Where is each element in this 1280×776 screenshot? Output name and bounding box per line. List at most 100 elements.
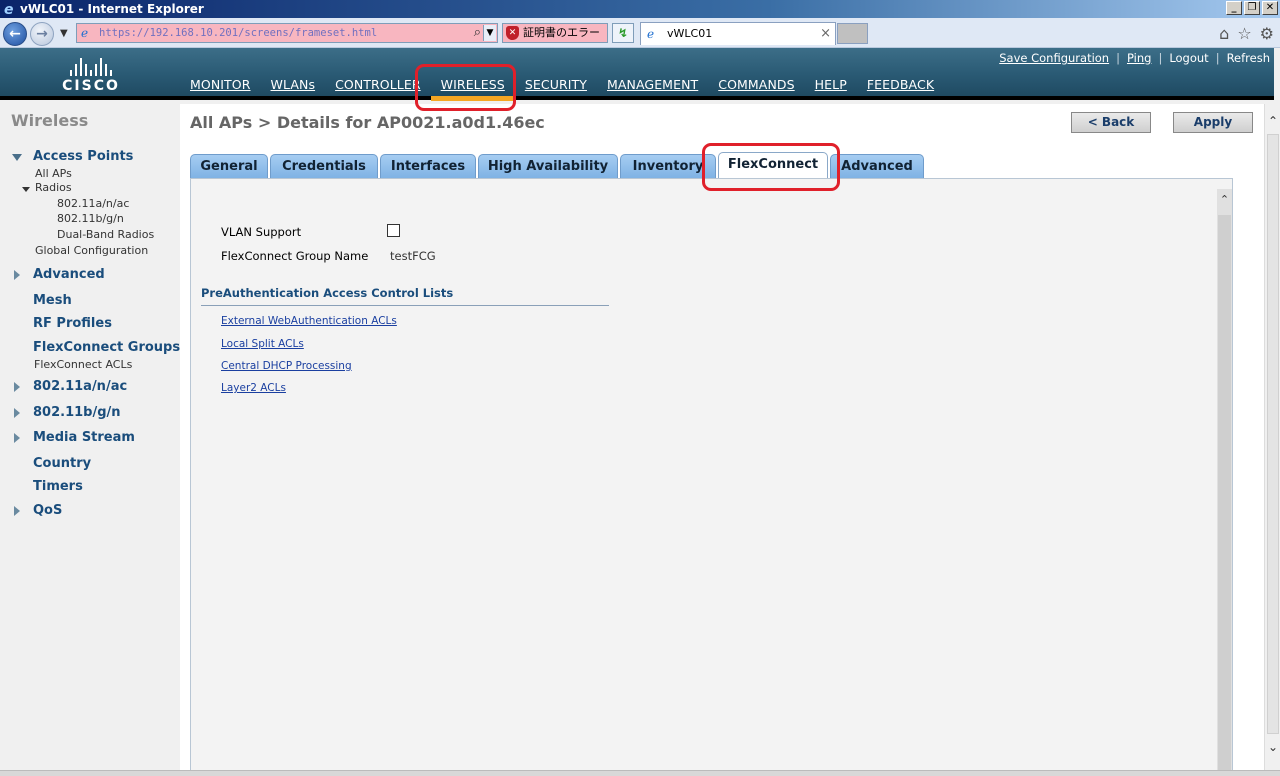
tab-advanced[interactable]: Advanced xyxy=(830,154,924,178)
main-content: All APs > Details for AP0021.a0d1.46ec <… xyxy=(180,104,1274,776)
tab-interfaces[interactable]: Interfaces xyxy=(380,154,476,178)
vlan-support-label: VLAN Support xyxy=(221,225,302,239)
local-split-acls-link[interactable]: Local Split ACLs xyxy=(221,338,304,350)
sidebar: Wireless Access Points All APs Radios 80… xyxy=(0,104,180,776)
sidebar-item-country[interactable]: Country xyxy=(33,456,91,471)
settings-gear-icon[interactable]: ⚙ xyxy=(1260,25,1274,43)
collapsed-triangle-icon[interactable] xyxy=(14,270,20,280)
status-bar xyxy=(0,770,1280,776)
flexconnect-panel: VLAN Support FlexConnect Group Name test… xyxy=(190,178,1233,776)
close-window-button[interactable]: ✕ xyxy=(1262,1,1278,15)
tab-close-icon[interactable]: × xyxy=(820,23,831,45)
maximize-button[interactable]: ❐ xyxy=(1244,1,1260,15)
sidebar-item-mesh[interactable]: Mesh xyxy=(33,293,72,308)
ie-page-icon: ℯ xyxy=(81,26,89,40)
panel-scrollbar[interactable]: ⌃ xyxy=(1217,189,1232,776)
menu-controller[interactable]: CONTROLLER xyxy=(335,77,421,92)
vlan-support-checkbox[interactable] xyxy=(387,224,400,237)
sidebar-item-radio-80211b[interactable]: 802.11b/g/n xyxy=(57,212,124,225)
apply-button[interactable]: Apply xyxy=(1173,112,1253,133)
main-menu: MONITOR WLANs CONTROLLER WIRELESS SECURI… xyxy=(190,77,954,101)
ping-link[interactable]: Ping xyxy=(1127,51,1151,65)
scroll-up-arrow-icon[interactable]: ⌃ xyxy=(1217,193,1232,206)
tab-credentials[interactable]: Credentials xyxy=(270,154,378,178)
browser-tab-title: vWLC01 xyxy=(667,27,713,40)
cert-error-label: 証明書のエラー xyxy=(523,26,600,39)
tab-high-availability[interactable]: High Availability xyxy=(478,154,618,178)
sidebar-item-access-points[interactable]: Access Points xyxy=(33,149,133,164)
back-arrow-icon[interactable]: ← xyxy=(3,22,27,46)
sidebar-item-global-configuration[interactable]: Global Configuration xyxy=(35,244,148,257)
sidebar-item-dual-band-radios[interactable]: Dual-Band Radios xyxy=(57,228,154,241)
collapsed-triangle-icon[interactable] xyxy=(14,382,20,392)
history-dropdown-icon[interactable]: ▼ xyxy=(60,28,68,39)
sidebar-item-media-stream[interactable]: Media Stream xyxy=(33,430,135,445)
home-icon[interactable]: ⌂ xyxy=(1219,25,1229,43)
page-title: All APs > Details for AP0021.a0d1.46ec xyxy=(190,113,545,132)
sidebar-item-flexconnect-groups[interactable]: FlexConnect Groups xyxy=(33,340,180,355)
sidebar-item-qos[interactable]: QoS xyxy=(33,503,62,518)
section-divider xyxy=(201,305,609,306)
collapsed-triangle-icon[interactable] xyxy=(14,408,20,418)
page-scrollbar[interactable]: ⌃ ⌄ xyxy=(1264,104,1280,776)
preauth-acl-section-title: PreAuthentication Access Control Lists xyxy=(201,286,454,300)
new-tab-button[interactable] xyxy=(837,23,868,44)
sidebar-item-80211b[interactable]: 802.11b/g/n xyxy=(33,405,121,420)
menu-management[interactable]: MANAGEMENT xyxy=(607,77,698,92)
external-webauth-acls-link[interactable]: External WebAuthentication ACLs xyxy=(221,315,397,327)
sidebar-item-80211a[interactable]: 802.11a/n/ac xyxy=(33,379,127,394)
cisco-logo: CISCO xyxy=(56,56,126,96)
window-title: vWLC01 - Internet Explorer xyxy=(20,2,204,16)
central-dhcp-processing-link[interactable]: Central DHCP Processing xyxy=(221,360,352,372)
collapsed-triangle-icon[interactable] xyxy=(14,506,20,516)
favorites-star-icon[interactable]: ☆ xyxy=(1237,25,1251,43)
expanded-triangle-icon[interactable] xyxy=(12,154,22,161)
page-scroll-up-icon[interactable]: ⌃ xyxy=(1265,114,1280,128)
back-button[interactable]: < Back xyxy=(1071,112,1151,133)
menu-commands[interactable]: COMMANDS xyxy=(718,77,794,92)
address-bar[interactable]: ℯ https://192.168.10.201/screens/framese… xyxy=(76,23,498,43)
menu-wlans[interactable]: WLANs xyxy=(271,77,316,92)
menu-security[interactable]: SECURITY xyxy=(525,77,587,92)
search-icon[interactable]: ⌕ xyxy=(474,25,481,40)
cisco-bars-icon xyxy=(56,56,126,76)
sidebar-item-flexconnect-acls[interactable]: FlexConnect ACLs xyxy=(34,358,132,371)
sidebar-title: Wireless xyxy=(11,111,89,130)
forward-arrow-icon[interactable]: → xyxy=(30,22,54,46)
page-scroll-down-icon[interactable]: ⌄ xyxy=(1265,740,1280,754)
browser-tab[interactable]: ℯ vWLC01 × xyxy=(640,22,836,45)
sidebar-item-rf-profiles[interactable]: RF Profiles xyxy=(33,316,112,331)
tab-inventory[interactable]: Inventory xyxy=(620,154,716,178)
minimize-button[interactable]: _ xyxy=(1226,1,1242,15)
header-top-links: Save Configuration | Ping | Logout | Refresh xyxy=(999,51,1270,65)
sidebar-item-advanced[interactable]: Advanced xyxy=(33,267,105,282)
flexconnect-group-name-value: testFCG xyxy=(390,249,436,263)
refresh-icon[interactable]: ↯ xyxy=(612,23,634,43)
ie-logo-icon: e xyxy=(4,2,14,18)
page-scroll-thumb[interactable] xyxy=(1267,134,1279,734)
collapsed-triangle-icon[interactable] xyxy=(14,433,20,443)
certificate-error-badge[interactable]: ✕ 証明書のエラー xyxy=(502,23,608,43)
radios-expanded-icon[interactable] xyxy=(22,187,30,192)
tab-general[interactable]: General xyxy=(190,154,268,178)
logout-link[interactable]: Logout xyxy=(1169,51,1208,65)
wlc-header: CISCO Save Configuration | Ping | Logout | Ref… xyxy=(0,48,1274,101)
cisco-wordmark: CISCO xyxy=(62,78,120,94)
menu-monitor[interactable]: MONITOR xyxy=(190,77,251,92)
sidebar-item-timers[interactable]: Timers xyxy=(33,479,83,494)
menu-wireless[interactable]: WIRELESS xyxy=(430,77,516,101)
sidebar-item-radio-80211a[interactable]: 802.11a/n/ac xyxy=(57,197,129,210)
menu-feedback[interactable]: FEEDBACK xyxy=(867,77,934,92)
refresh-link[interactable]: Refresh xyxy=(1227,51,1270,65)
address-dropdown-icon[interactable]: ▼ xyxy=(483,25,496,41)
menu-help[interactable]: HELP xyxy=(815,77,847,92)
layer2-acls-link[interactable]: Layer2 ACLs xyxy=(221,382,286,394)
save-configuration-link[interactable]: Save Configuration xyxy=(999,51,1109,65)
ie-tab-icon: ℯ xyxy=(647,27,655,41)
tab-flexconnect[interactable]: FlexConnect xyxy=(718,152,828,179)
sidebar-item-all-aps[interactable]: All APs xyxy=(35,167,72,180)
shield-error-icon: ✕ xyxy=(506,26,519,40)
sidebar-item-radios[interactable]: Radios xyxy=(35,181,72,194)
flexconnect-group-name-label: FlexConnect Group Name xyxy=(221,249,369,263)
panel-scroll-thumb[interactable] xyxy=(1218,215,1231,775)
